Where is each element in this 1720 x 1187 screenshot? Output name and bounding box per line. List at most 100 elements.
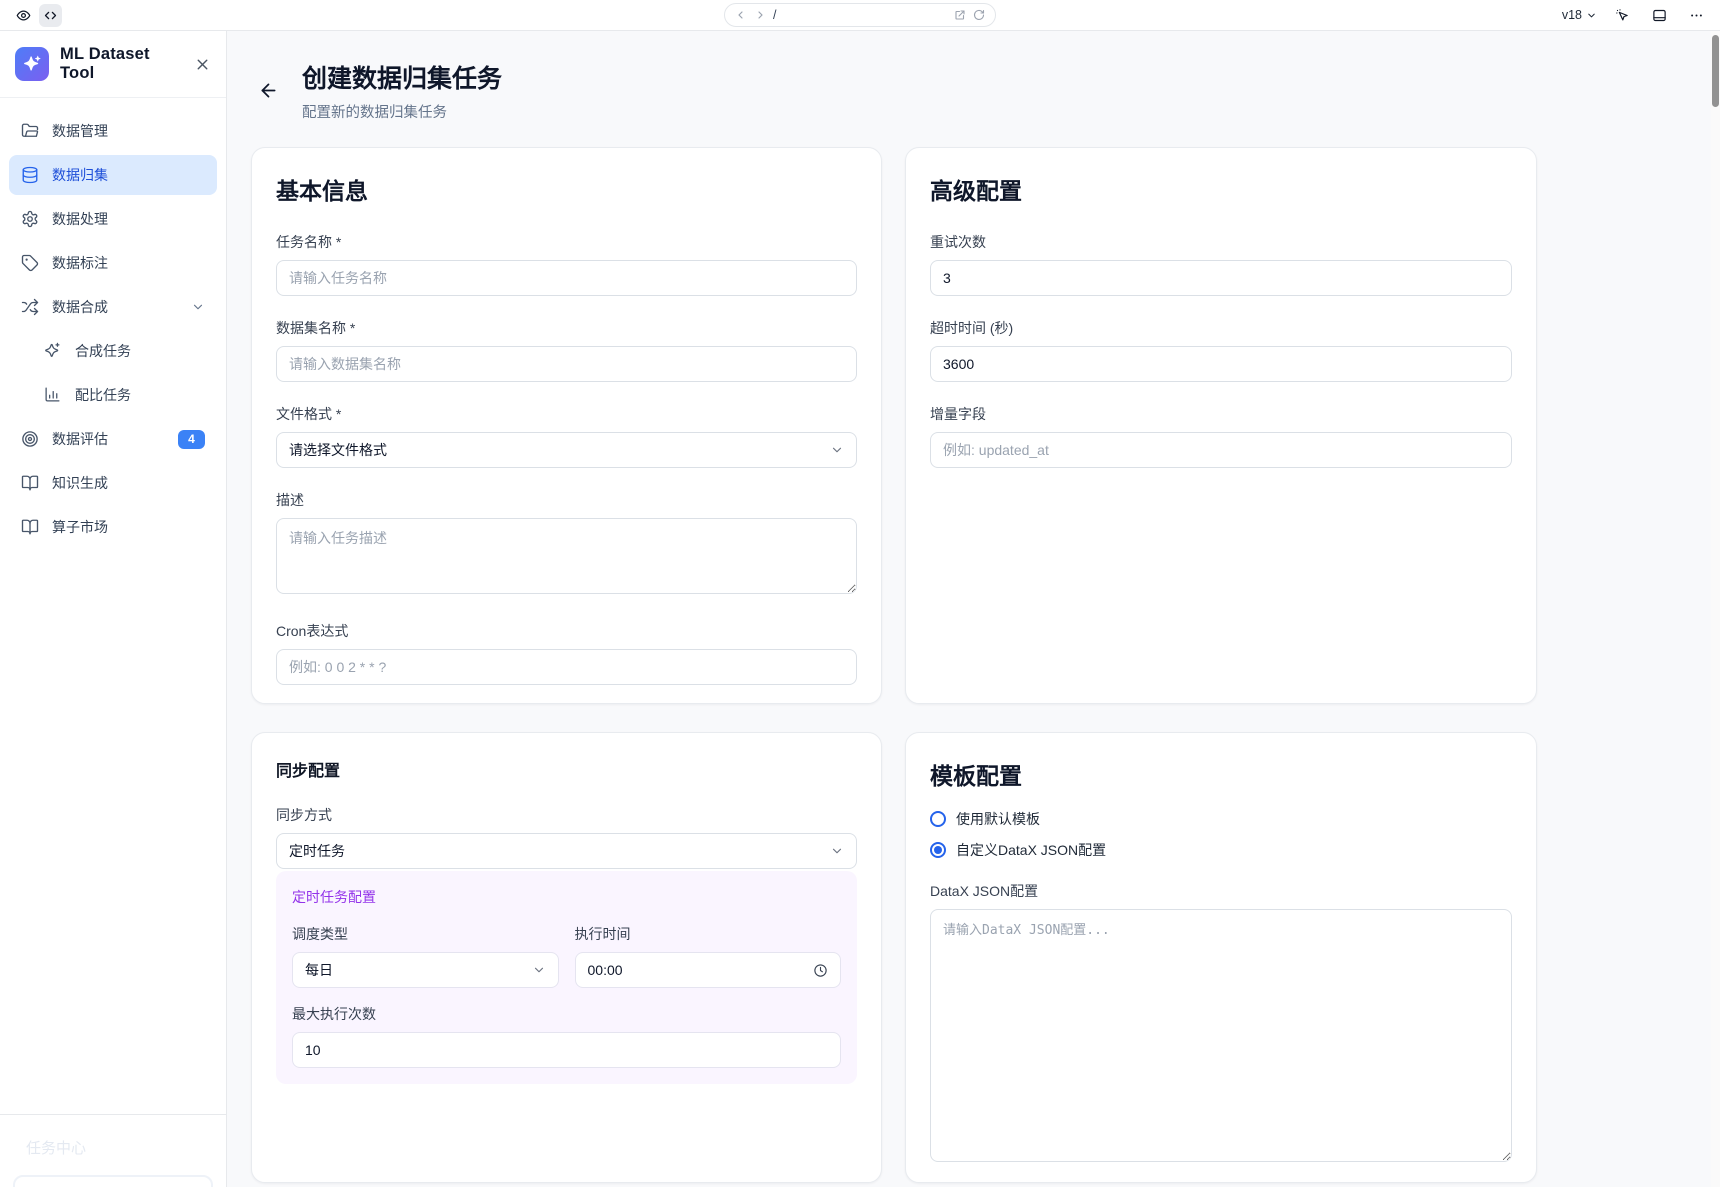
sidebar-item-data-labeling[interactable]: 数据标注	[9, 243, 217, 283]
sidebar-item-label: 数据评估	[52, 429, 108, 449]
default-template-label: 使用默认模板	[956, 809, 1040, 829]
browser-toolbar: / v18	[0, 0, 1720, 31]
toggle-panel-button[interactable]	[1648, 4, 1671, 27]
sidebar-item-label: 数据归集	[52, 165, 108, 185]
chevron-down-icon	[830, 844, 844, 858]
description-label: 描述	[276, 490, 857, 510]
refresh-icon[interactable]	[973, 9, 985, 21]
sidebar: ML Dataset Tool 数据管理 数据归集	[0, 31, 227, 1187]
sidebar-item-label: 数据管理	[52, 121, 108, 141]
schedule-type-value: 每日	[305, 960, 333, 980]
description-field-group: 描述	[276, 490, 857, 599]
timeout-field-group: 超时时间 (秒)	[930, 318, 1512, 382]
max-runs-input[interactable]	[292, 1032, 841, 1068]
sidebar-item-data-synthesis[interactable]: 数据合成	[9, 287, 217, 327]
version-selector[interactable]: v18	[1562, 8, 1597, 22]
datax-json-textarea[interactable]	[930, 909, 1512, 1162]
bar-chart-icon	[44, 386, 62, 404]
file-format-select[interactable]: 请选择文件格式	[276, 432, 857, 468]
max-runs-label: 最大执行次数	[292, 1004, 841, 1024]
retry-label: 重试次数	[930, 232, 1512, 252]
chevron-down-icon	[830, 443, 844, 457]
schedule-config-panel: 定时任务配置 调度类型 每日 执行时间	[276, 871, 857, 1084]
nav-back-icon[interactable]	[735, 9, 747, 21]
description-textarea[interactable]	[276, 518, 857, 594]
sidebar-item-operator-market[interactable]: 算子市场	[9, 507, 217, 547]
page-subtitle: 配置新的数据归集任务	[302, 101, 502, 122]
more-options-button[interactable]	[1685, 4, 1708, 27]
sidebar-header: ML Dataset Tool	[0, 31, 226, 98]
url-path[interactable]: /	[773, 8, 947, 22]
page-title: 创建数据归集任务	[302, 59, 502, 95]
eye-icon	[16, 8, 31, 23]
custom-datax-option[interactable]: 自定义DataX JSON配置	[930, 840, 1512, 860]
card-title: 基本信息	[276, 172, 857, 206]
card-title: 模板配置	[930, 757, 1512, 791]
file-format-field-group: 文件格式 * 请选择文件格式	[276, 404, 857, 468]
file-format-label: 文件格式 *	[276, 404, 857, 424]
execution-time-field-group: 执行时间 00:00	[575, 924, 842, 988]
target-icon	[21, 430, 39, 448]
advanced-config-card: 高级配置 重试次数 超时时间 (秒) 增量字段	[905, 147, 1537, 704]
schedule-type-label: 调度类型	[292, 924, 559, 944]
back-button[interactable]	[258, 80, 279, 101]
dataset-name-field-group: 数据集名称 *	[276, 318, 857, 382]
nav-forward-icon[interactable]	[754, 9, 766, 21]
folder-icon	[21, 122, 39, 140]
sync-mode-select[interactable]: 定时任务	[276, 833, 857, 869]
scrollbar-thumb[interactable]	[1712, 35, 1719, 107]
tag-icon	[21, 254, 39, 272]
schedule-type-field-group: 调度类型 每日	[292, 924, 559, 988]
app-title: ML Dataset Tool	[60, 45, 183, 83]
chevron-down-icon	[191, 300, 205, 314]
sidebar-close-button[interactable]	[194, 56, 211, 73]
default-template-option[interactable]: 使用默认模板	[930, 809, 1512, 829]
timeout-label: 超时时间 (秒)	[930, 318, 1512, 338]
arrow-left-icon	[258, 80, 279, 101]
gear-icon	[21, 210, 39, 228]
radio-unchecked-icon	[930, 811, 946, 827]
count-badge: 4	[178, 430, 205, 449]
version-label: v18	[1562, 8, 1582, 22]
cron-input[interactable]	[276, 649, 857, 685]
incremental-field-input[interactable]	[930, 432, 1512, 468]
select-element-button[interactable]	[1611, 4, 1634, 27]
url-bar[interactable]: /	[724, 3, 996, 27]
task-name-input[interactable]	[276, 260, 857, 296]
execution-time-input[interactable]: 00:00	[575, 952, 842, 988]
page-scrollbar[interactable]	[1711, 31, 1720, 1187]
sync-mode-label: 同步方式	[276, 805, 857, 825]
window-panel-icon	[1652, 8, 1667, 23]
sync-config-card: 同步配置 同步方式 定时任务 定时任务配置 调度类型	[251, 732, 882, 1183]
file-format-value: 请选择文件格式	[289, 440, 387, 460]
radio-checked-icon	[930, 842, 946, 858]
task-name-label: 任务名称 *	[276, 232, 857, 252]
incremental-field-group: 增量字段	[930, 404, 1512, 468]
datax-json-label: DataX JSON配置	[930, 881, 1512, 901]
open-external-icon[interactable]	[954, 9, 966, 21]
preview-eye-button[interactable]	[12, 4, 35, 27]
sidebar-item-data-evaluation[interactable]: 数据评估 4	[9, 419, 217, 459]
sidebar-item-ratio-tasks[interactable]: 配比任务	[9, 375, 217, 415]
chevron-down-icon	[1586, 10, 1597, 21]
main-content: 创建数据归集任务 配置新的数据归集任务 基本信息 任务名称 * 数据集名称 * …	[227, 31, 1720, 1187]
sidebar-item-data-processing[interactable]: 数据处理	[9, 199, 217, 239]
sparkle-icon	[44, 342, 62, 360]
retry-input[interactable]	[930, 260, 1512, 296]
sidebar-item-knowledge-generation[interactable]: 知识生成	[9, 463, 217, 503]
timeout-input[interactable]	[930, 346, 1512, 382]
execution-time-value: 00:00	[588, 962, 623, 978]
schedule-config-title: 定时任务配置	[292, 887, 841, 907]
schedule-type-select[interactable]: 每日	[292, 952, 559, 988]
code-view-button[interactable]	[39, 4, 62, 27]
sidebar-item-data-collection[interactable]: 数据归集	[9, 155, 217, 195]
card-title: 同步配置	[276, 757, 857, 781]
sidebar-item-label: 算子市场	[52, 517, 108, 537]
app-logo	[15, 47, 49, 81]
sidebar-item-data-management[interactable]: 数据管理	[9, 111, 217, 151]
book-open-icon	[21, 474, 39, 492]
sidebar-item-synthesis-tasks[interactable]: 合成任务	[9, 331, 217, 371]
sidebar-item-label: 数据标注	[52, 253, 108, 273]
dataset-name-input[interactable]	[276, 346, 857, 382]
cron-label: Cron表达式	[276, 621, 857, 641]
